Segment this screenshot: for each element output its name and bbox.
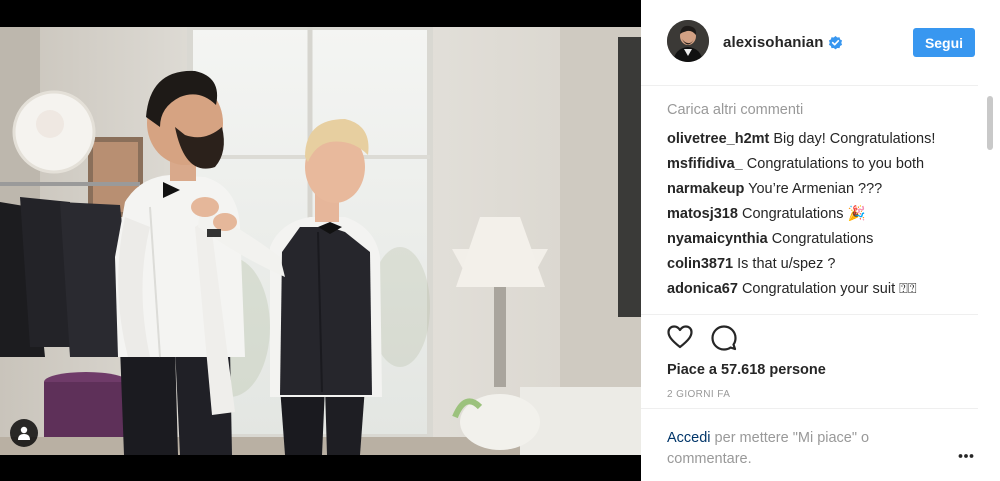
comment-text: Congratulations to you both [746, 156, 925, 172]
post-photo[interactable] [0, 27, 641, 455]
post-view: alexisohanian Segui Carica altri comment… [0, 0, 1000, 481]
comment-text: Congratulations [771, 231, 874, 247]
comment-username[interactable]: nyamaicynthia [667, 231, 768, 247]
comment-username[interactable]: narmakeup [667, 181, 744, 197]
comment-icon[interactable] [711, 325, 737, 351]
comment-item: nyamaicynthia Congratulations [667, 227, 967, 252]
comments-scrollbar[interactable] [987, 96, 993, 150]
post-timestamp[interactable]: 2 GIORNI FA [667, 389, 730, 400]
person-icon [18, 426, 30, 440]
comment-text: Congratulation your suit ⍰⍰ [741, 281, 917, 297]
heart-icon[interactable] [667, 325, 693, 349]
comment-text: Congratulations 🎉 [741, 206, 866, 222]
more-options-icon[interactable] [958, 453, 974, 459]
login-prompt-footer: Accedi per mettere "Mi piace" o commenta… [641, 408, 978, 481]
comment-username[interactable]: adonica67 [667, 281, 738, 297]
comment-text: You’re Armenian ??? [748, 181, 883, 197]
photo-illustration [0, 27, 641, 455]
comment-item: matosj318 Congratulations 🎉 [667, 202, 967, 227]
comment-username[interactable]: colin3871 [667, 256, 733, 272]
comment-username[interactable]: olivetree_h2mt [667, 131, 769, 147]
username-link[interactable]: alexisohanian [723, 34, 824, 51]
comments-list: Carica altri commenti olivetree_h2mt Big… [667, 100, 967, 314]
load-more-comments-link[interactable]: Carica altri commenti [667, 100, 967, 120]
post-side-panel: alexisohanian Segui Carica altri comment… [641, 0, 1000, 481]
comment-item: msfifidiva_ Congratulations to you both [667, 152, 967, 177]
comment-item: olivetree_h2mt Big day! Congratulations! [667, 127, 967, 152]
avatar[interactable] [667, 20, 709, 62]
likes-count[interactable]: Piace a 57.618 persone [667, 362, 826, 378]
post-header: alexisohanian Segui [641, 0, 978, 86]
comment-username[interactable]: msfifidiva_ [667, 156, 743, 172]
avatar-image [667, 20, 709, 62]
verified-badge-icon [828, 36, 843, 50]
tagged-people-button[interactable] [10, 419, 38, 447]
login-prompt: Accedi per mettere "Mi piace" o commenta… [667, 428, 907, 470]
comment-item: narmakeup You’re Armenian ??? [667, 177, 967, 202]
login-link[interactable]: Accedi [667, 430, 711, 446]
comment-item: adonica67 Congratulation your suit ⍰⍰ [667, 277, 967, 302]
comment-username[interactable]: matosj318 [667, 206, 738, 222]
follow-button[interactable]: Segui [913, 28, 975, 57]
comment-text: Big day! Congratulations! [773, 131, 936, 147]
comment-text: Is that u/spez ? [737, 256, 836, 272]
comment-item: colin3871 Is that u/spez ? [667, 252, 967, 277]
action-bar [641, 314, 978, 354]
